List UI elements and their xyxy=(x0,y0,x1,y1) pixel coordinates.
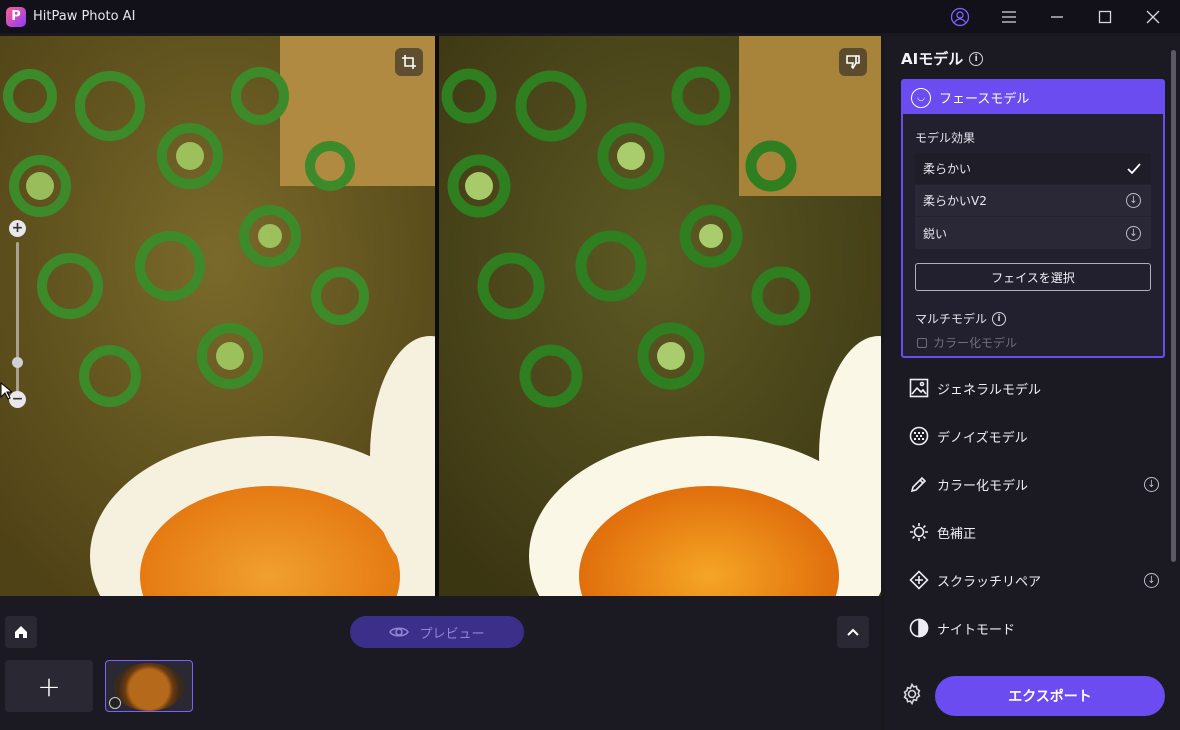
collapse-panel-button[interactable] xyxy=(837,616,869,648)
maximize-button[interactable] xyxy=(1082,0,1128,33)
thumbnail-image xyxy=(114,663,184,711)
feedback-button[interactable] xyxy=(839,48,867,76)
zoom-in-button[interactable]: + xyxy=(9,220,26,237)
model-label: カラー化モデル xyxy=(937,478,1029,494)
thumbs-down-icon xyxy=(846,55,860,70)
panel-title: AIモデル i xyxy=(901,48,984,69)
maximize-icon xyxy=(1098,10,1112,23)
model-label: ジェネラルモデル xyxy=(937,382,1042,398)
half-circle-icon xyxy=(909,618,929,638)
minimize-icon xyxy=(1051,15,1063,18)
eye-icon xyxy=(389,627,410,637)
image-canvas[interactable]: + − xyxy=(0,36,881,596)
model-label: ナイトモード xyxy=(937,622,1016,638)
info-icon[interactable]: i xyxy=(969,51,984,66)
face-model-card: ◡ フェースモデル モデル効果 柔らかい 柔らかいV2 ↓ 鋭い ↓ フェイスを… xyxy=(901,79,1165,358)
model-label: デノイズモデル xyxy=(937,430,1028,446)
home-button[interactable] xyxy=(5,616,37,648)
image-thumbnail[interactable] xyxy=(105,660,193,712)
original-image xyxy=(0,36,435,596)
colorize-model-item[interactable]: カラー化モデル ↓ xyxy=(901,464,1165,504)
model-label: スクラッチリペア xyxy=(937,574,1042,590)
multi-model-colorize-option[interactable]: カラー化モデル xyxy=(917,334,1017,351)
effect-option-label: 柔らかいV2 xyxy=(923,194,987,208)
denoise-model-item[interactable]: デノイズモデル xyxy=(901,416,1165,456)
gear-icon xyxy=(903,683,921,705)
model-label: 色補正 xyxy=(937,526,977,542)
face-model-header[interactable]: ◡ フェースモデル xyxy=(903,81,1163,114)
preview-button[interactable]: プレビュー xyxy=(350,616,524,648)
multi-model-text: マルチモデル xyxy=(915,312,988,326)
check-icon xyxy=(1127,162,1141,174)
face-model-label: フェースモデル xyxy=(939,92,1030,107)
multi-model-label: マルチモデル i xyxy=(915,310,1007,327)
colorize-icon xyxy=(910,476,927,493)
menu-button[interactable] xyxy=(986,0,1032,33)
crop-icon xyxy=(402,55,416,69)
image-icon xyxy=(909,378,929,398)
app-title: HitPaw Photo AI xyxy=(33,9,136,24)
download-icon[interactable]: ↓ xyxy=(1144,476,1159,492)
info-icon[interactable]: i xyxy=(992,311,1007,326)
zoom-slider-thumb[interactable] xyxy=(12,357,23,368)
download-icon[interactable]: ↓ xyxy=(1126,225,1141,241)
night-mode-item[interactable]: ナイトモード xyxy=(901,608,1165,648)
user-icon xyxy=(950,7,970,26)
face-icon: ◡ xyxy=(911,87,931,108)
add-image-button[interactable]: + xyxy=(5,660,93,712)
model-effect-options: 柔らかい 柔らかいV2 ↓ 鋭い ↓ xyxy=(915,153,1151,249)
general-model-item[interactable]: ジェネラルモデル xyxy=(901,368,1165,408)
close-button[interactable] xyxy=(1130,0,1176,33)
preview-label: プレビュー xyxy=(419,626,485,642)
home-icon xyxy=(15,626,27,638)
title-bar: P HitPaw Photo AI xyxy=(0,0,1180,33)
account-button[interactable] xyxy=(937,0,983,33)
multi-model-option-label: カラー化モデル xyxy=(933,336,1018,350)
export-button[interactable]: エクスポート xyxy=(935,676,1165,716)
menu-icon xyxy=(1002,10,1016,23)
scratch-repair-item[interactable]: スクラッチリペア ↓ xyxy=(901,560,1165,600)
minimize-button[interactable] xyxy=(1034,0,1080,33)
download-icon[interactable]: ↓ xyxy=(1126,193,1141,208)
enhanced-image xyxy=(439,36,881,596)
sidebar-scrollbar[interactable] xyxy=(1171,50,1176,562)
enhanced-image-pane[interactable] xyxy=(439,36,881,596)
scratch-icon xyxy=(909,570,929,590)
effect-option-label: 鋭い xyxy=(923,226,948,241)
panel-title-text: AIモデル xyxy=(901,50,964,68)
effect-option-soft-v2[interactable]: 柔らかいV2 ↓ xyxy=(915,185,1151,217)
sun-icon xyxy=(910,523,928,541)
model-effect-label: モデル効果 xyxy=(915,131,976,145)
download-icon[interactable]: ↓ xyxy=(1144,572,1159,588)
original-image-pane[interactable]: + − xyxy=(0,36,435,596)
thumbnail-badge-icon xyxy=(109,697,121,709)
bottom-toolbar: プレビュー + xyxy=(0,596,881,730)
mouse-cursor-icon xyxy=(0,382,12,400)
colorize-checkbox[interactable] xyxy=(917,337,927,348)
close-icon xyxy=(1146,10,1160,23)
ai-model-panel: AIモデル i ◡ フェースモデル モデル効果 柔らかい 柔らかいV2 ↓ 鋭い… xyxy=(885,36,1180,730)
effect-option-sharp[interactable]: 鋭い ↓ xyxy=(915,217,1151,249)
effect-option-label: 柔らかい xyxy=(923,162,972,176)
app-logo: P xyxy=(6,6,26,27)
zoom-slider-track[interactable] xyxy=(16,242,19,392)
settings-button[interactable] xyxy=(900,682,924,706)
crop-button[interactable] xyxy=(395,48,423,76)
effect-option-soft[interactable]: 柔らかい xyxy=(915,153,1151,185)
select-face-button[interactable]: フェイスを選択 xyxy=(915,263,1151,291)
color-correction-item[interactable]: 色補正 xyxy=(901,512,1165,552)
chevron-up-icon xyxy=(847,628,859,636)
denoise-icon xyxy=(909,426,929,446)
